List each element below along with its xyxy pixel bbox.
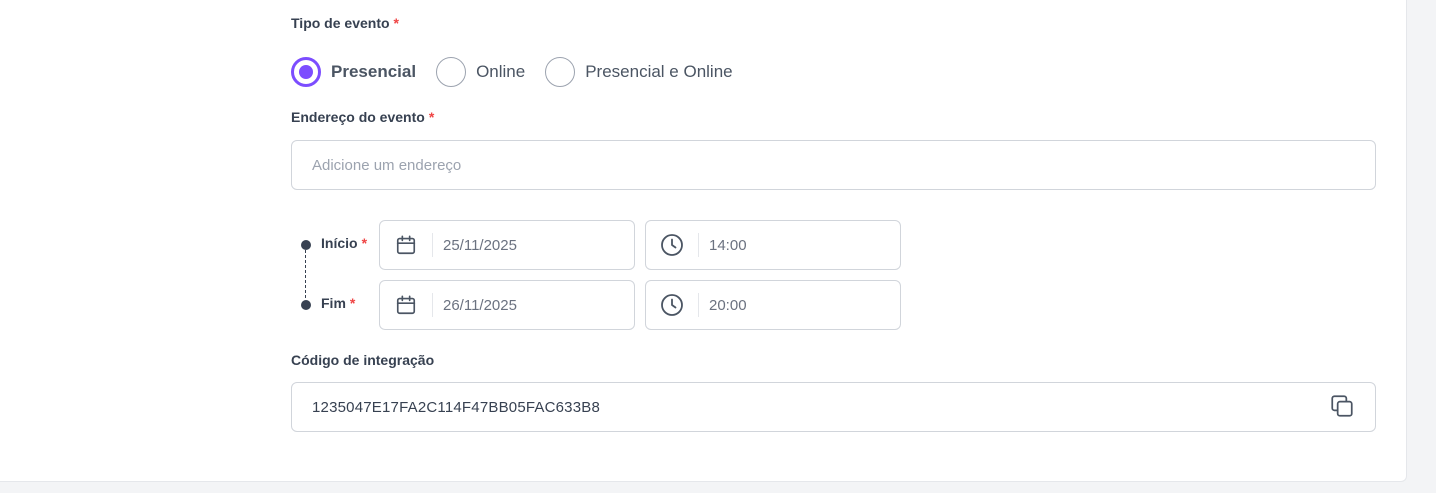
integration-code-value: 1235047E17FA2C114F47BB05FAC633B8 — [312, 398, 601, 416]
start-date-field[interactable]: 25/11/2025 — [379, 220, 635, 270]
integration-code-field[interactable]: 1235047E17FA2C114F47BB05FAC633B8 — [291, 382, 1376, 432]
radio-label: Presencial — [331, 62, 417, 81]
integration-code-label: Código de integração — [291, 352, 435, 368]
radio-presencial-e-online[interactable]: Presencial e Online — [545, 57, 733, 87]
required-mark: * — [361, 235, 368, 251]
event-form-card: Tipo de evento * Presencial Online Presen… — [0, 0, 1407, 482]
copy-button[interactable] — [1329, 392, 1355, 420]
radio-label: Online — [476, 62, 526, 81]
calendar-icon — [380, 221, 432, 269]
start-time-value: 14:00 — [709, 236, 747, 254]
radio-circle[interactable] — [291, 57, 321, 87]
end-label: Fim * — [321, 295, 356, 311]
clock-icon — [646, 221, 698, 269]
radio-label: Presencial e Online — [585, 62, 733, 81]
start-time-field[interactable]: 14:00 — [645, 220, 901, 270]
address-label: Endereço do evento * — [291, 109, 435, 125]
timeline-start-dot — [301, 240, 311, 250]
event-type-radio-group: Presencial Online Presencial e Online — [291, 57, 753, 87]
radio-circle[interactable] — [545, 57, 576, 87]
end-date-value: 26/11/2025 — [443, 296, 517, 314]
radio-circle[interactable] — [436, 57, 467, 87]
required-mark: * — [349, 295, 356, 311]
timeline-end-dot — [301, 300, 311, 310]
required-mark: * — [428, 109, 435, 125]
start-date-value: 25/11/2025 — [443, 236, 517, 254]
end-time-field[interactable]: 20:00 — [645, 280, 901, 330]
event-type-label: Tipo de evento * — [291, 15, 399, 31]
radio-online[interactable]: Online — [436, 57, 525, 87]
radio-presencial[interactable]: Presencial — [291, 57, 416, 87]
end-time-value: 20:00 — [709, 296, 747, 314]
start-label: Início * — [321, 235, 368, 251]
calendar-icon — [380, 281, 432, 329]
timeline-connector — [305, 250, 306, 298]
copy-icon — [1331, 395, 1353, 417]
address-input[interactable] — [291, 140, 1376, 190]
clock-icon — [646, 281, 698, 329]
end-date-field[interactable]: 26/11/2025 — [379, 280, 635, 330]
required-mark: * — [393, 15, 399, 31]
